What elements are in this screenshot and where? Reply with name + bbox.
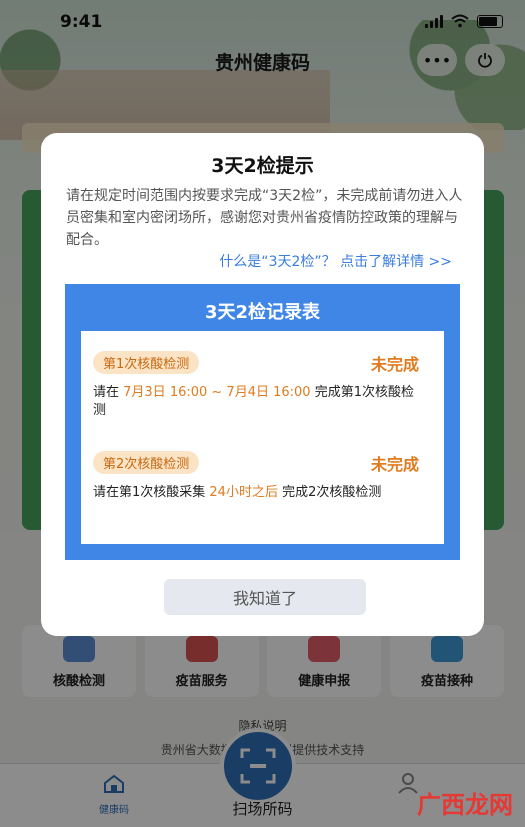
record-text-pre: 请在 <box>93 385 124 400</box>
record-status: 未完成 <box>370 455 419 474</box>
record-text: 请在第1次核酸采集 24小时之后 完成2次核酸检测 <box>93 484 425 502</box>
watermark-logo: 广西龙网 <box>417 790 513 819</box>
record-badge: 第2次核酸检测 <box>93 451 200 474</box>
record-text-highlight: 7月3日 16:00 ~ 7月4日 16:00 <box>123 385 311 400</box>
record-text-highlight: 24小时之后 <box>209 485 278 500</box>
three-day-two-test-dialog: 3天2检提示 请在规定时间范围内按要求完成“3天2检”，未完成前请勿进入人员密集… <box>41 133 484 636</box>
record-item-2: 第2次核酸检测 未完成 请在第1次核酸采集 24小时之后 完成2次核酸检测 <box>93 451 433 502</box>
record-status: 未完成 <box>370 355 419 374</box>
record-text-post: 完成2次核酸检测 <box>277 485 382 500</box>
acknowledge-button[interactable]: 我知道了 <box>164 579 366 615</box>
details-link[interactable]: 什么是“3天2检”？ 点击了解详情 >> <box>219 251 452 271</box>
record-text: 请在 7月3日 16:00 ~ 7月4日 16:00 完成第1次核酸检测 <box>93 384 425 420</box>
dialog-title: 3天2检提示 <box>211 155 314 177</box>
record-item-1: 第1次核酸检测 未完成 请在 7月3日 16:00 ~ 7月4日 16:00 完… <box>93 351 433 420</box>
dialog-body: 请在规定时间范围内按要求完成“3天2检”，未完成前请勿进入人员密集和室内密闭场所… <box>66 188 463 248</box>
record-text-pre: 请在第1次核酸采集 <box>93 485 210 500</box>
record-card: 第1次核酸检测 未完成 请在 7月3日 16:00 ~ 7月4日 16:00 完… <box>81 331 444 544</box>
record-badge: 第1次核酸检测 <box>93 351 200 374</box>
record-table: 3天2检记录表 第1次核酸检测 未完成 请在 7月3日 16:00 ~ 7月4日… <box>65 284 460 560</box>
record-title: 3天2检记录表 <box>204 302 321 323</box>
